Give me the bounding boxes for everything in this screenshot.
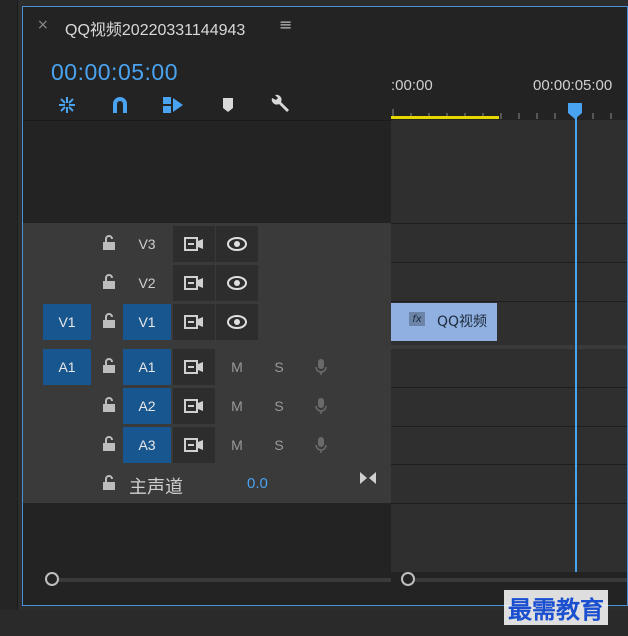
sequence-title: QQ视频20220331144943 (65, 22, 246, 39)
source-patch-a1[interactable]: A1 (43, 349, 91, 385)
clip-label: QQ视频 (437, 314, 488, 330)
panel-menu-icon[interactable]: ≡ (279, 15, 292, 34)
magnet-icon[interactable] (108, 93, 132, 117)
sync-lock-icon[interactable] (173, 304, 215, 340)
header-scrollbar[interactable] (51, 578, 391, 582)
lock-icon[interactable] (97, 430, 121, 458)
timeline-panel: × QQ视频20220331144943 ≡ 00:00:05:00 :00:0… (22, 6, 628, 606)
master-volume-value[interactable]: 0.0 (247, 475, 268, 492)
premiere-timeline-window: × QQ视频20220331144943 ≡ 00:00:05:00 :00:0… (0, 0, 628, 636)
track-label-a1[interactable]: A1 (123, 349, 171, 385)
sync-lock-icon[interactable] (173, 388, 215, 424)
track-label-v2[interactable]: V2 (123, 265, 171, 301)
row-divider (391, 464, 627, 465)
mute-button[interactable]: M (223, 349, 251, 385)
microphone-icon[interactable] (307, 427, 335, 463)
work-area-bar[interactable] (391, 116, 499, 119)
track-label-a2[interactable]: A2 (123, 388, 171, 424)
close-tab-icon[interactable]: × (37, 17, 49, 33)
snap-icon[interactable] (55, 93, 79, 117)
timeline-zoom-scrollbar[interactable] (409, 578, 627, 582)
lock-icon[interactable] (97, 307, 121, 335)
zoom-scrollbar-row (23, 572, 627, 592)
track-label-v3[interactable]: V3 (123, 226, 171, 262)
row-divider (391, 223, 627, 224)
ruler-mark-label: 00:00:05:00 (533, 77, 613, 94)
video-clip[interactable]: fx QQ视频 (391, 303, 497, 341)
playhead-timecode[interactable]: 00:00:05:00 (51, 59, 178, 86)
solo-button[interactable]: S (265, 349, 293, 385)
sync-lock-icon[interactable] (173, 265, 215, 301)
left-panel-edge (0, 0, 18, 610)
ruler-start-label: :00:00 (391, 77, 433, 94)
solo-button[interactable]: S (265, 388, 293, 424)
lock-icon[interactable] (97, 352, 121, 380)
marker-icon[interactable] (216, 93, 240, 117)
fx-badge: fx (409, 312, 425, 326)
mute-button[interactable]: M (223, 388, 251, 424)
zoom-handle[interactable] (401, 572, 415, 586)
sync-lock-icon[interactable] (173, 226, 215, 262)
go-to-edit-point-icon[interactable] (357, 467, 379, 489)
master-track-label: 主声道 (129, 477, 183, 498)
eye-icon[interactable] (216, 226, 258, 262)
microphone-icon[interactable] (307, 349, 335, 385)
lock-icon[interactable] (97, 391, 121, 419)
linked-selection-icon[interactable] (161, 93, 185, 117)
source-patch-v1[interactable]: V1 (43, 304, 91, 340)
row-divider (391, 387, 627, 388)
sync-lock-icon[interactable] (173, 349, 215, 385)
playhead-line[interactable] (575, 107, 577, 575)
track-label-v1[interactable]: V1 (123, 304, 171, 340)
timeline-tab[interactable]: × QQ视频20220331144943 ≡ (23, 7, 627, 45)
row-divider (391, 262, 627, 263)
eye-icon[interactable] (216, 304, 258, 340)
video-audio-divider[interactable] (391, 345, 627, 349)
solo-button[interactable]: S (265, 427, 293, 463)
row-divider (391, 426, 627, 427)
row-divider (391, 503, 627, 504)
mute-button[interactable]: M (223, 427, 251, 463)
watermark-text: 最需教育 (504, 590, 608, 625)
microphone-icon[interactable] (307, 388, 335, 424)
track-label-a3[interactable]: A3 (123, 427, 171, 463)
row-divider (391, 301, 627, 302)
eye-icon[interactable] (216, 265, 258, 301)
lock-icon[interactable] (97, 268, 121, 296)
lock-icon[interactable] (97, 469, 121, 497)
sync-lock-icon[interactable] (173, 427, 215, 463)
scroll-handle[interactable] (45, 572, 59, 586)
wrench-icon[interactable] (268, 93, 292, 117)
lock-icon[interactable] (97, 229, 121, 257)
